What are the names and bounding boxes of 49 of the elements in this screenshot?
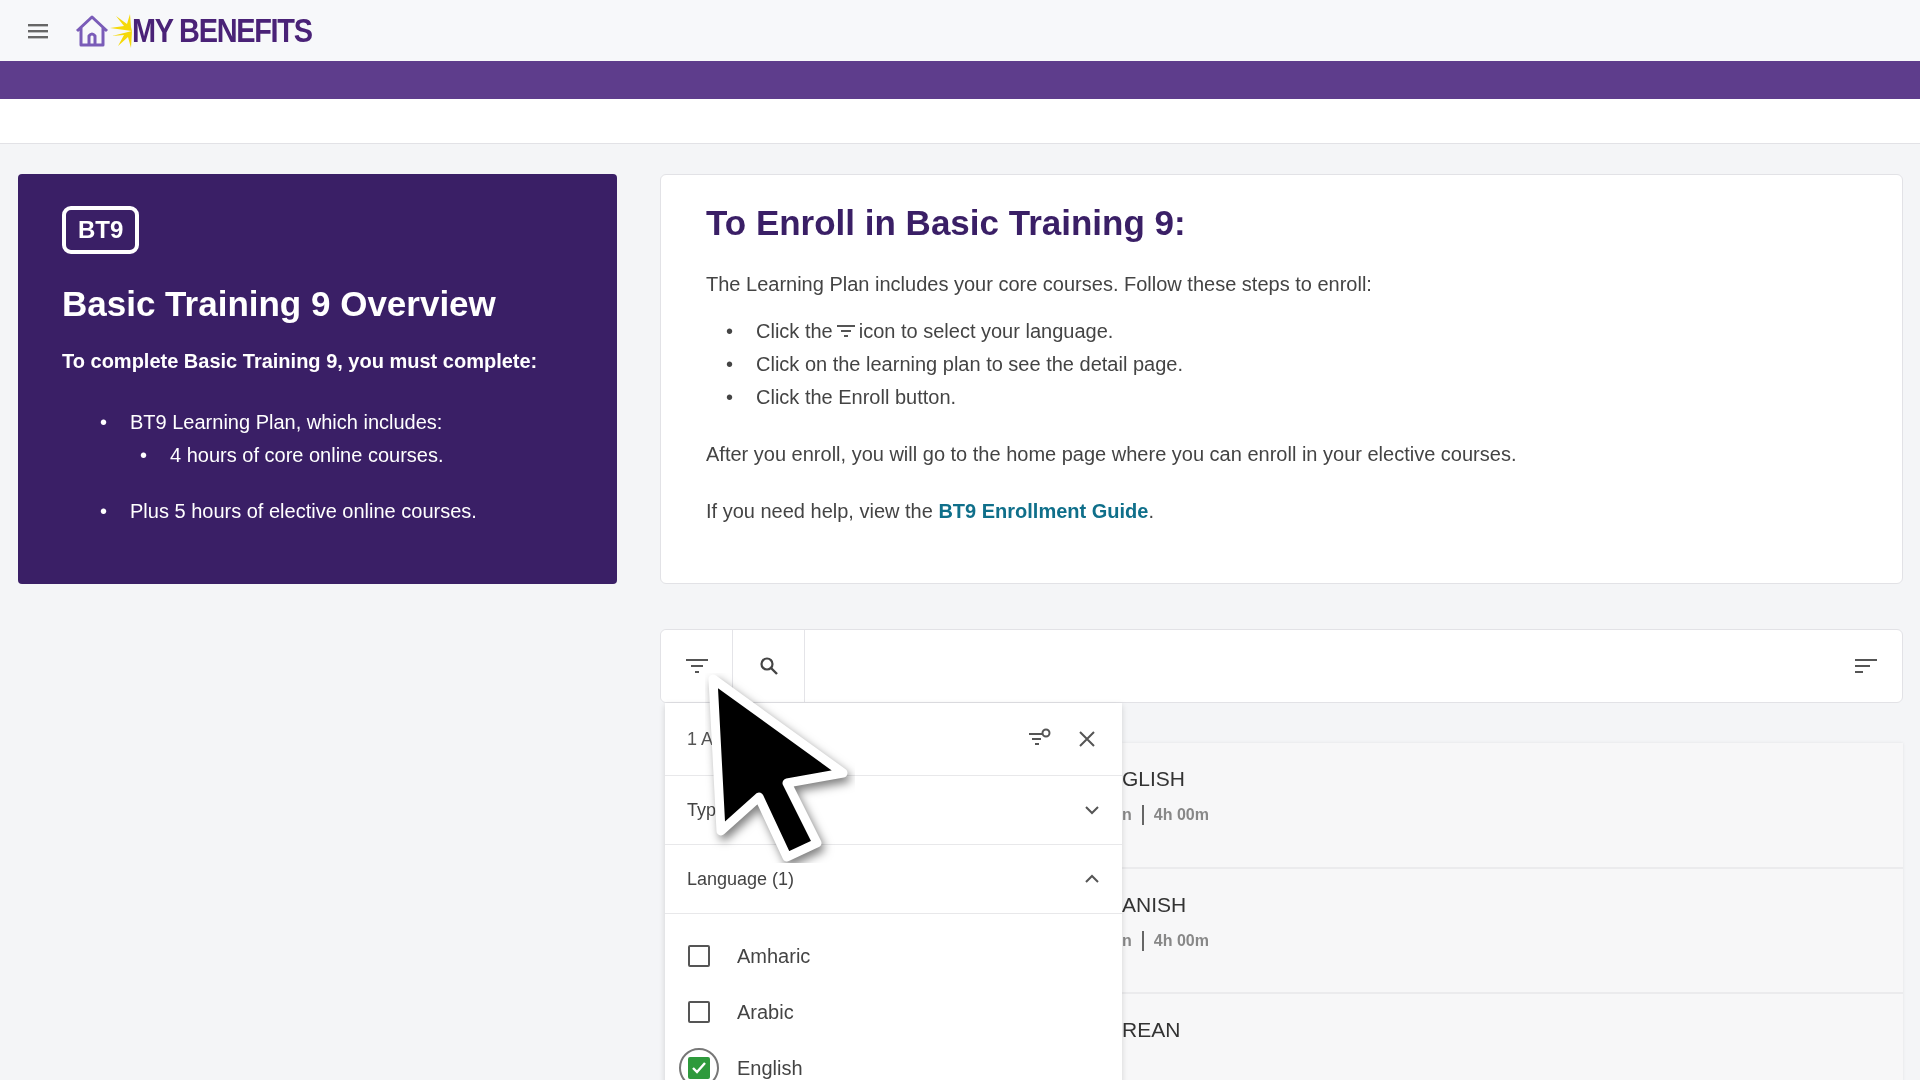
step-text: Click the Enroll button.: [756, 386, 957, 409]
instructions-intro: The Learning Plan includes your core courses. Follow these steps to enroll:: [706, 273, 1373, 296]
course-meta: n: [1122, 932, 1132, 950]
course-title: REAN: [1122, 1018, 1181, 1041]
filter-icon: [685, 658, 708, 674]
chevron-icon: [1084, 874, 1100, 884]
bullet: •: [100, 411, 108, 434]
checkmark-icon: [691, 1061, 707, 1075]
course-meta: n: [1122, 806, 1132, 824]
house-icon: [74, 13, 110, 48]
checkbox[interactable]: [688, 1001, 710, 1023]
section-label: Typ: [687, 799, 716, 821]
overview-intro: To complete Basic Training 9, you must complete:: [62, 350, 539, 373]
help-text: If you need help, view the BT9 Enrollment Guide.: [706, 500, 1155, 523]
bullet: •: [100, 500, 108, 523]
overview-title: Basic Training 9 Overview: [62, 284, 497, 324]
sort-icon: [1855, 658, 1877, 674]
course-title: GLISH: [1122, 767, 1186, 790]
chevron-icon: [1084, 805, 1100, 815]
instructions-title: To Enroll in Basic Training 9:: [706, 203, 1187, 243]
search-icon: [758, 656, 779, 676]
step-text: Click the: [756, 320, 833, 343]
list-item: BT9 Learning Plan, which includes:: [130, 411, 443, 434]
bullet: •: [726, 353, 734, 376]
filter-icon: [836, 324, 855, 338]
logo-text[interactable]: MY BENEFITS: [132, 11, 312, 50]
checkbox[interactable]: [688, 945, 710, 967]
filter-count: 1 A: [687, 728, 714, 750]
step-text: icon to select your language.: [858, 320, 1114, 343]
course-row[interactable]: GLISH n 4h 00m: [1122, 743, 1903, 869]
guide-link[interactable]: BT9 Enrollment Guide: [938, 500, 1149, 522]
list-item: 4 hours of core online courses.: [170, 444, 444, 467]
bullet: •: [726, 320, 734, 343]
course-badge: BT9: [62, 206, 140, 254]
list-item: Plus 5 hours of elective online courses.: [130, 500, 477, 523]
option-label: Amharic: [737, 944, 811, 968]
course-meta: 4h 00m: [1153, 932, 1209, 950]
option-label: English: [737, 1056, 803, 1080]
step-text: Click on the learning plan to see the detail page.: [756, 353, 1183, 376]
section-label: Language (1): [687, 868, 795, 890]
course-title: ANISH: [1122, 893, 1187, 916]
course-row[interactable]: ANISH n 4h 00m: [1122, 869, 1903, 994]
bullet: •: [140, 444, 148, 467]
option-label: Arabic: [737, 1000, 794, 1024]
after-text: After you enroll, you will go to the home page where you can enroll in your elective courses.: [706, 443, 1518, 466]
course-meta: 4h 00m: [1153, 806, 1209, 824]
checkbox[interactable]: [688, 1057, 710, 1079]
bullet: •: [726, 386, 734, 409]
course-row[interactable]: REAN: [1122, 994, 1903, 1080]
